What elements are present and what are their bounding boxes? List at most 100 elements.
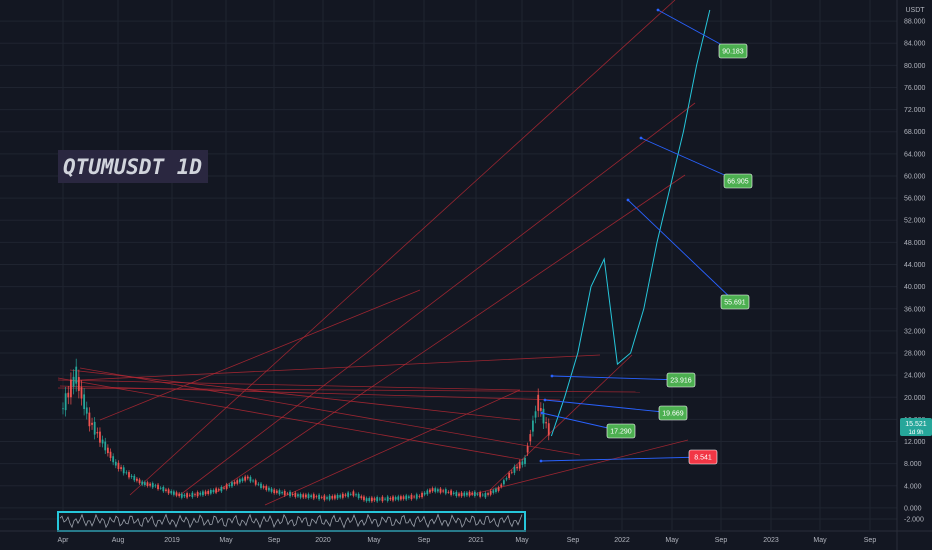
- candle-body: [93, 421, 96, 435]
- candle-body: [460, 492, 463, 497]
- indicator-pane: [57, 511, 526, 532]
- candle-body: [378, 498, 381, 500]
- candle-body: [492, 490, 495, 493]
- callout-anchor: [626, 198, 630, 202]
- callout-line: [544, 399, 674, 414]
- candle-body: [466, 492, 468, 496]
- x-tick-label: 2020: [315, 537, 331, 544]
- trendline: [469, 439, 689, 496]
- price-axis[interactable]: 88.000 84.000 80.000 76.000 72.000 68.000 64.0…: [896, 0, 926, 550]
- price-chart[interactable]: 90.183 66.905 55.691 23.916 19.669 17.290 8.54…: [0, 0, 932, 550]
- candle-body: [318, 494, 320, 500]
- candle-body: [199, 492, 202, 495]
- trendlines-group: [57, 0, 696, 506]
- candle-body: [484, 493, 487, 498]
- candle-body: [117, 462, 120, 469]
- trendline: [99, 289, 421, 421]
- chart-title-text: QTUMUSDT 1D: [63, 155, 202, 179]
- candle-body: [289, 491, 291, 497]
- y-tick-label: 8.000: [904, 461, 922, 468]
- x-tick-label: May: [219, 537, 233, 544]
- candle-body: [421, 492, 423, 498]
- candle-body: [149, 483, 152, 486]
- candle-body: [524, 457, 526, 464]
- candle-body: [268, 487, 270, 491]
- candle-body: [196, 492, 199, 497]
- candle-body: [376, 497, 379, 502]
- candle-body: [138, 479, 141, 484]
- candle-body: [275, 490, 278, 493]
- current-price-marker: 15.521 1d 9h: [900, 418, 932, 436]
- candle-body: [468, 491, 471, 496]
- candle-body: [260, 483, 262, 488]
- candle-body: [252, 480, 254, 482]
- x-tick-label: 2023: [763, 537, 779, 544]
- candle-body: [436, 489, 439, 492]
- candle-body: [415, 494, 418, 499]
- candle-body: [429, 489, 431, 493]
- time-axis[interactable]: Apr Aug 2019 May Sep 2020 May Sep 2021 May Sep 2022…: [0, 530, 932, 544]
- candle-body: [473, 491, 476, 497]
- y-tick-label: 64.000: [904, 151, 926, 158]
- candle-body: [458, 493, 460, 496]
- candle-body: [384, 498, 386, 500]
- candle-body: [165, 489, 167, 491]
- y-tick-label: 72.000: [904, 107, 926, 114]
- current-price-sublabel: 1d 9h: [908, 430, 923, 436]
- x-tick-label: Sep: [567, 537, 580, 544]
- candle-body: [281, 492, 284, 494]
- candle-body: [539, 408, 542, 411]
- candle-body: [80, 387, 83, 399]
- y-tick-label: 76.000: [904, 85, 926, 92]
- x-tick-label: Apr: [58, 537, 70, 544]
- x-tick-label: Aug: [112, 537, 125, 544]
- chart-grid: [0, 0, 897, 530]
- callout-label: 23.916: [670, 378, 692, 385]
- candle-body: [320, 497, 323, 498]
- candle-body: [497, 487, 500, 491]
- candle-body: [297, 494, 299, 497]
- candle-body: [106, 447, 109, 454]
- candle-body: [109, 451, 112, 458]
- candle-body: [238, 479, 241, 483]
- candle-body: [154, 485, 157, 487]
- candle-body: [191, 492, 194, 498]
- candle-body: [212, 490, 215, 493]
- candle-body: [62, 408, 64, 410]
- callout-anchor: [639, 136, 643, 140]
- candle-body: [405, 495, 408, 500]
- candle-body: [186, 493, 188, 498]
- x-tick-label: Sep: [864, 537, 877, 544]
- candle-body: [231, 482, 233, 487]
- candle-body: [249, 476, 252, 482]
- candle-body: [170, 491, 173, 494]
- candle-body: [334, 495, 336, 499]
- candle-body: [151, 483, 154, 488]
- candle-body: [223, 487, 225, 489]
- candle-body: [526, 446, 529, 453]
- candle-body: [286, 493, 289, 495]
- candle-body: [225, 484, 228, 489]
- candle-body: [529, 434, 532, 442]
- callout-label: 66.905: [727, 179, 749, 186]
- candle-body: [363, 496, 365, 501]
- y-tick-label: 48.000: [904, 240, 926, 247]
- callout-anchor: [539, 459, 543, 463]
- candle-body: [344, 494, 347, 496]
- candle-body: [447, 491, 450, 493]
- candle-body: [96, 432, 99, 434]
- candle-body: [365, 498, 368, 502]
- trendline: [59, 385, 561, 401]
- candle-body: [370, 497, 373, 502]
- candle-body: [75, 366, 78, 384]
- candle-body: [452, 492, 455, 494]
- x-tick-label: 2021: [468, 537, 484, 544]
- candle-body: [331, 496, 334, 499]
- candle-body: [389, 497, 392, 500]
- callout-line: [640, 137, 739, 182]
- y-tick-label: 24.000: [904, 373, 926, 380]
- candle-body: [101, 439, 104, 444]
- candle-body: [114, 461, 117, 466]
- candle-body: [442, 490, 445, 492]
- trendline: [214, 174, 686, 494]
